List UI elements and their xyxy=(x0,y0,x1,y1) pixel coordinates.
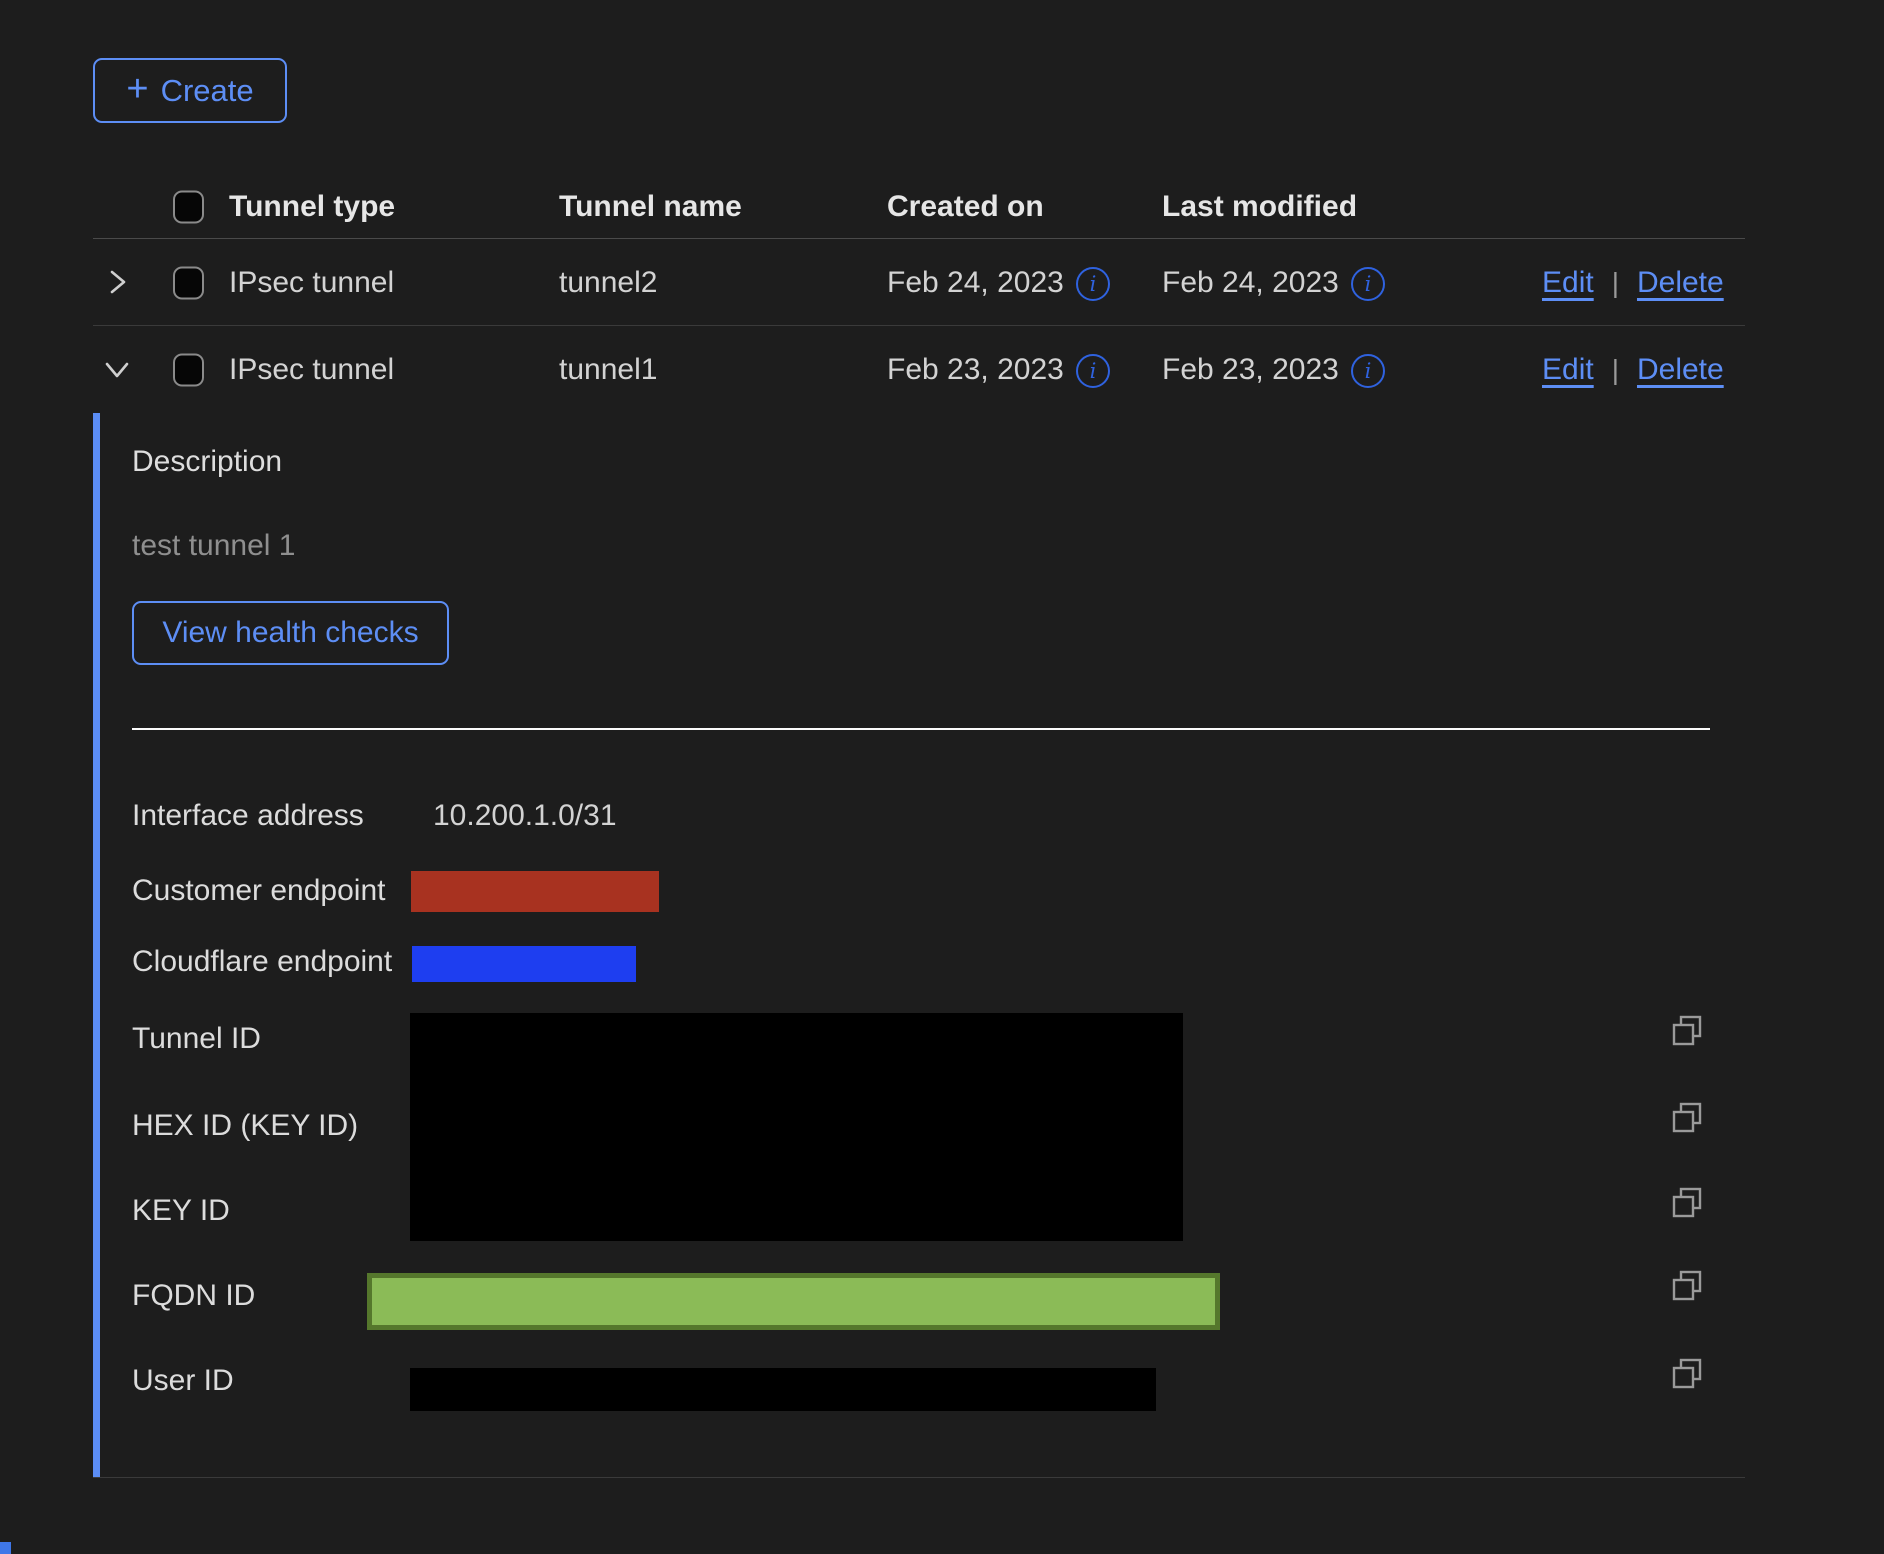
select-all-checkbox[interactable] xyxy=(173,190,204,223)
description-label: Description xyxy=(132,445,282,479)
fqdn-id-label: FQDN ID xyxy=(132,1279,255,1313)
info-icon[interactable]: i xyxy=(1076,267,1110,301)
action-separator: | xyxy=(1612,354,1619,386)
cloudflare-endpoint-label: Cloudflare endpoint xyxy=(132,945,392,979)
user-id-label: User ID xyxy=(132,1364,234,1398)
collapse-chevron-down-icon[interactable] xyxy=(98,350,138,390)
copy-icon[interactable] xyxy=(1669,1013,1705,1049)
created-on-value: Feb 24, 2023 xyxy=(887,266,1064,300)
table-header-row: Tunnel type Tunnel name Created on Last … xyxy=(93,175,1745,239)
expand-chevron-right-icon[interactable] xyxy=(98,263,138,303)
corner-accent xyxy=(0,1542,11,1554)
copy-icon[interactable] xyxy=(1669,1100,1705,1136)
delete-link[interactable]: Delete xyxy=(1637,266,1724,300)
edit-link[interactable]: Edit xyxy=(1542,266,1594,300)
description-value: test tunnel 1 xyxy=(132,529,295,563)
column-header-last-modified: Last modified xyxy=(1162,190,1357,224)
column-header-created-on: Created on xyxy=(887,190,1044,224)
tunnel-detail-panel: Description test tunnel 1 View health ch… xyxy=(93,413,1745,1478)
tunnel-type-value: IPsec tunnel xyxy=(229,266,394,300)
row-checkbox[interactable] xyxy=(173,266,204,299)
interface-address-label: Interface address xyxy=(132,799,364,833)
edit-link[interactable]: Edit xyxy=(1542,353,1594,387)
tunnel-name-value: tunnel1 xyxy=(559,353,657,387)
tunnel-name-value: tunnel2 xyxy=(559,266,657,300)
table-row: IPsec tunnel tunnel1 Feb 23, 2023 i Feb … xyxy=(93,327,1745,413)
delete-link[interactable]: Delete xyxy=(1637,353,1724,387)
action-separator: | xyxy=(1612,267,1619,299)
created-on-value: Feb 23, 2023 xyxy=(887,353,1064,387)
cloudflare-endpoint-redaction xyxy=(412,946,636,982)
copy-icon[interactable] xyxy=(1669,1268,1705,1304)
ids-redaction xyxy=(410,1013,1183,1241)
row-checkbox[interactable] xyxy=(173,354,204,387)
create-button[interactable]: + Create xyxy=(93,58,287,123)
last-modified-value: Feb 23, 2023 xyxy=(1162,353,1339,387)
interface-address-value: 10.200.1.0/31 xyxy=(433,799,617,833)
customer-endpoint-label: Customer endpoint xyxy=(132,874,385,908)
tunnels-page: + Create Tunnel type Tunnel name Created… xyxy=(0,0,1884,1554)
table-row: IPsec tunnel tunnel2 Feb 24, 2023 i Feb … xyxy=(93,240,1745,326)
column-header-tunnel-name: Tunnel name xyxy=(559,190,742,224)
tunnel-id-label: Tunnel ID xyxy=(132,1022,261,1056)
fqdn-id-redaction xyxy=(367,1273,1220,1330)
hex-id-label: HEX ID (KEY ID) xyxy=(132,1109,358,1143)
key-id-label: KEY ID xyxy=(132,1194,230,1228)
create-button-label: Create xyxy=(161,73,254,109)
info-icon[interactable]: i xyxy=(1351,354,1385,388)
info-icon[interactable]: i xyxy=(1076,354,1110,388)
copy-icon[interactable] xyxy=(1669,1185,1705,1221)
last-modified-value: Feb 24, 2023 xyxy=(1162,266,1339,300)
copy-icon[interactable] xyxy=(1669,1356,1705,1392)
view-health-checks-button[interactable]: View health checks xyxy=(132,601,449,665)
plus-icon: + xyxy=(126,70,148,108)
customer-endpoint-redaction xyxy=(411,871,659,912)
user-id-redaction xyxy=(410,1368,1156,1411)
info-icon[interactable]: i xyxy=(1351,267,1385,301)
section-divider xyxy=(132,728,1710,730)
tunnel-type-value: IPsec tunnel xyxy=(229,353,394,387)
column-header-tunnel-type: Tunnel type xyxy=(229,190,395,224)
panel-accent-bar xyxy=(93,413,100,1477)
